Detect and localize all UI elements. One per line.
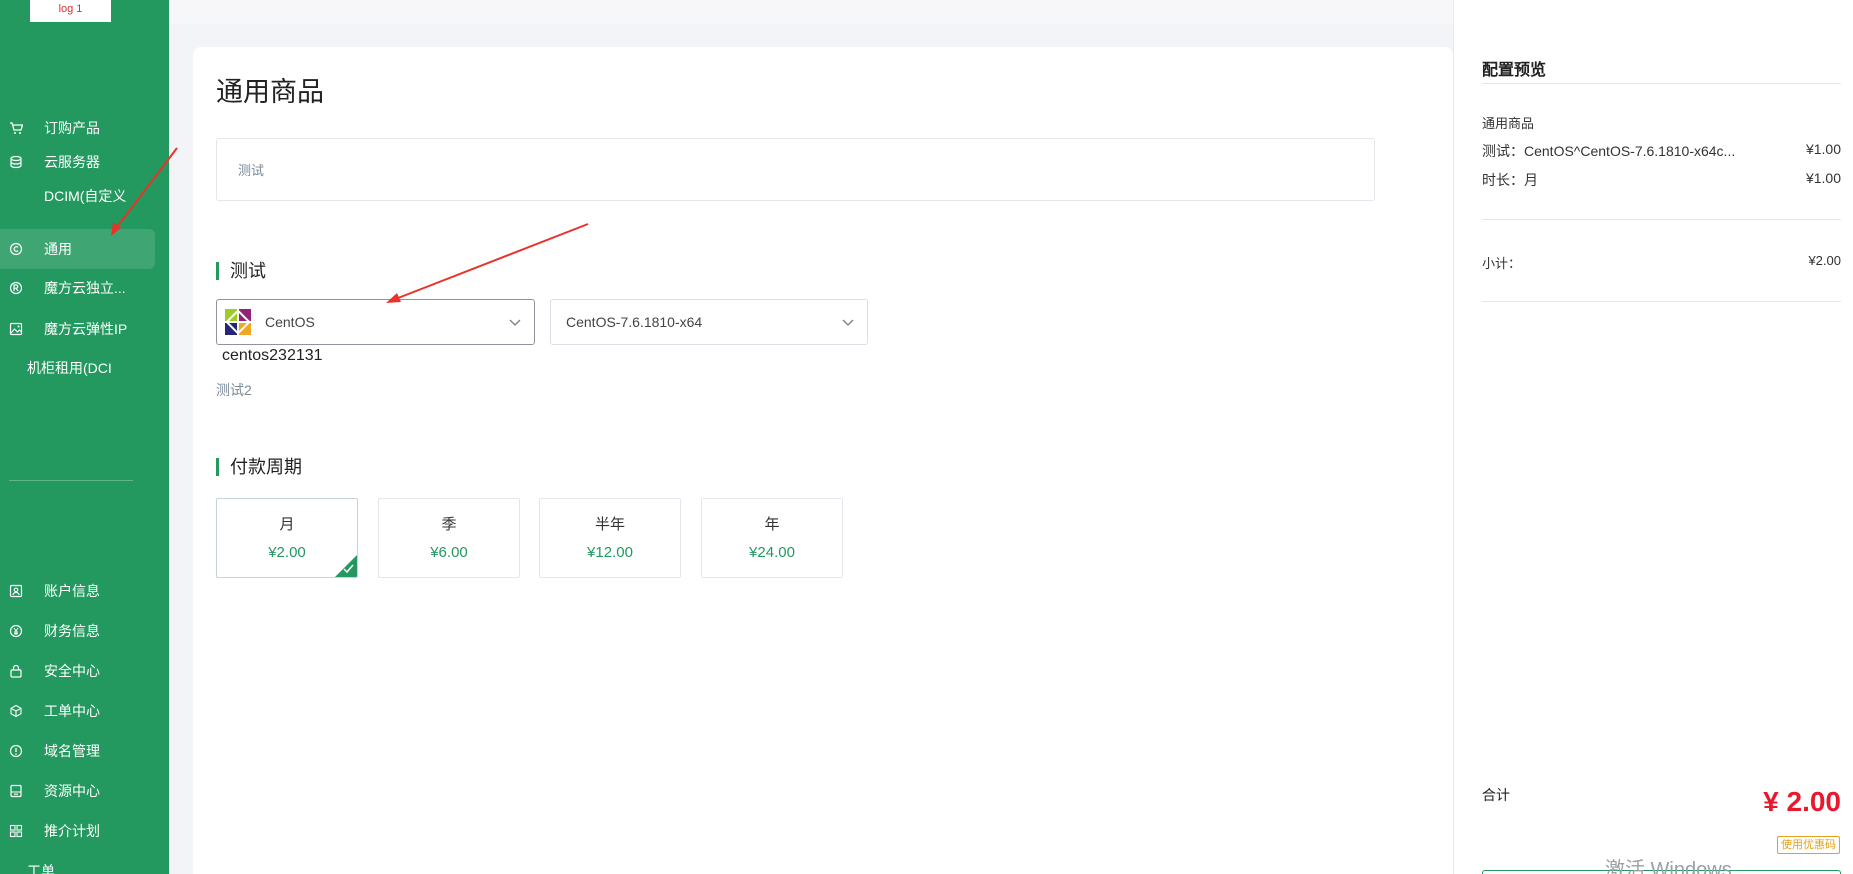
grid-icon bbox=[8, 823, 24, 839]
sidebar-item-elastic-ip[interactable]: 魔方云弹性IP bbox=[0, 310, 155, 348]
preview-row-value: ¥1.00 bbox=[1805, 141, 1841, 157]
preview-divider bbox=[1482, 83, 1841, 84]
total-value: ¥ 2.00 bbox=[1763, 786, 1841, 817]
sidebar-item-cloud-server[interactable]: 云服务器 bbox=[0, 143, 155, 181]
copyright-icon bbox=[8, 241, 24, 257]
sidebar-item-mofang-cloud[interactable]: 魔方云独立... bbox=[0, 269, 155, 307]
product-description: 测试 bbox=[216, 138, 1375, 201]
cart-icon bbox=[8, 120, 24, 136]
chevron-down-icon bbox=[509, 319, 521, 326]
sidebar-item-label: 魔方云弹性IP bbox=[44, 321, 128, 337]
os-select[interactable]: CentOS bbox=[216, 299, 535, 345]
preview-row: 测试：CentOS^CentOS-7.6.1810-x64c... ¥1.00 bbox=[1482, 141, 1841, 161]
sidebar-item-label: 通用 bbox=[44, 241, 72, 257]
cycle-price: ¥6.00 bbox=[430, 544, 468, 561]
lock-icon bbox=[8, 663, 24, 679]
sidebar-item-label: 机柜租用(DCI bbox=[27, 360, 112, 376]
sidebar-item-label: DCIM(自定义 bbox=[44, 188, 127, 204]
sidebar-item-rack-rental[interactable]: 机柜租用(DCI bbox=[0, 349, 155, 387]
subtotal-value: ¥2.00 bbox=[1808, 253, 1841, 268]
cycle-option-semiannual[interactable]: 半年 ¥12.00 bbox=[539, 498, 681, 578]
sidebar-item-ticket[interactable]: 工单 bbox=[0, 852, 155, 874]
total-label: 合计 bbox=[1482, 787, 1510, 803]
preview-product-name: 通用商品 bbox=[1482, 116, 1535, 131]
sidebar-item-label: 推介计划 bbox=[44, 823, 100, 839]
registered-icon bbox=[8, 280, 24, 296]
sidebar-item-label: 云服务器 bbox=[44, 154, 100, 170]
sidebar-divider bbox=[9, 480, 133, 481]
preview-subtotal: 小计： ¥2.00 bbox=[1482, 253, 1841, 272]
sidebar-item-label: 工单中心 bbox=[44, 703, 100, 719]
info-circle-icon bbox=[8, 743, 24, 759]
payment-section-title: 付款周期 bbox=[216, 458, 302, 476]
os-name-label: centos232131 bbox=[222, 347, 323, 364]
cycle-name: 年 bbox=[764, 516, 780, 533]
sidebar-item-label: 财务信息 bbox=[44, 623, 100, 639]
preview-divider bbox=[1482, 301, 1841, 302]
page-title: 通用商品 bbox=[216, 77, 324, 107]
centos-logo-icon bbox=[221, 305, 255, 339]
yuan-icon bbox=[8, 623, 24, 639]
preview-row: 时长：月 ¥1.00 bbox=[1482, 170, 1841, 190]
chevron-down-icon bbox=[842, 319, 854, 326]
preview-product: 通用商品 bbox=[1482, 113, 1841, 132]
cycle-name: 半年 bbox=[594, 516, 625, 533]
sidebar-item-label: 魔方云独立... bbox=[44, 280, 126, 296]
sidebar-item-label: 工单 bbox=[27, 863, 55, 874]
sidebar-item-label: 域名管理 bbox=[44, 743, 100, 759]
cycle-option-monthly[interactable]: 月 ¥2.00 bbox=[216, 498, 358, 578]
sidebar-item-order[interactable]: 订购产品 bbox=[0, 109, 155, 147]
sidebar-item-dcim[interactable]: DCIM(自定义 bbox=[0, 177, 155, 215]
sidebar-item-domains[interactable]: 域名管理 bbox=[0, 732, 155, 770]
subtotal-label: 小计： bbox=[1482, 256, 1522, 271]
config-hint: 测试2 bbox=[216, 382, 252, 398]
sidebar-item-security[interactable]: 安全中心 bbox=[0, 652, 155, 690]
version-select[interactable]: CentOS-7.6.1810-x64 bbox=[550, 299, 868, 345]
sidebar-item-tickets[interactable]: 工单中心 bbox=[0, 692, 155, 730]
preview-row-label: 测试：CentOS^CentOS-7.6.1810-x64c... bbox=[1482, 143, 1736, 159]
sidebar-item-account[interactable]: 账户信息 bbox=[0, 572, 155, 610]
cycle-name: 季 bbox=[441, 516, 457, 533]
cycle-price: ¥12.00 bbox=[587, 544, 633, 561]
cycle-option-quarterly[interactable]: 季 ¥6.00 bbox=[378, 498, 520, 578]
sidebar-item-referral[interactable]: 推介计划 bbox=[0, 812, 155, 850]
cycle-option-annual[interactable]: 年 ¥24.00 bbox=[701, 498, 843, 578]
sidebar-item-label: 订购产品 bbox=[44, 120, 100, 136]
image-icon bbox=[8, 321, 24, 337]
logo[interactable]: log 1 bbox=[30, 0, 111, 22]
preview-divider bbox=[1482, 219, 1841, 220]
sidebar-item-label: 资源中心 bbox=[44, 783, 100, 799]
coupon-button[interactable]: 使用优惠码 bbox=[1777, 836, 1840, 854]
sidebar-item-general[interactable]: 通用 bbox=[0, 229, 155, 269]
sidebar-item-label: 账户信息 bbox=[44, 583, 100, 599]
cube-icon bbox=[8, 703, 24, 719]
version-select-value: CentOS-7.6.1810-x64 bbox=[566, 314, 703, 330]
sidebar-item-resources[interactable]: 资源中心 bbox=[0, 772, 155, 810]
cycle-price: ¥24.00 bbox=[749, 544, 795, 561]
cycle-name: 月 bbox=[279, 516, 295, 533]
check-icon bbox=[343, 564, 354, 574]
preview-title: 配置预览 bbox=[1482, 62, 1547, 79]
file-icon bbox=[8, 783, 24, 799]
sidebar: log 1 订购产品 云服务器 DCIM(自定义 通用 魔方云独立... 魔方云… bbox=[0, 0, 169, 874]
sidebar-item-finance[interactable]: 财务信息 bbox=[0, 612, 155, 650]
preview-row-value: ¥1.00 bbox=[1805, 170, 1841, 186]
os-select-value: CentOS bbox=[265, 314, 315, 330]
windows-activation-watermark: 激活 Windows bbox=[1605, 859, 1732, 874]
database-icon bbox=[8, 154, 24, 170]
preview-row-label: 时长：月 bbox=[1482, 172, 1538, 188]
config-section-title: 测试 bbox=[216, 262, 266, 280]
sidebar-item-label: 安全中心 bbox=[44, 663, 100, 679]
user-card-icon bbox=[8, 583, 24, 599]
